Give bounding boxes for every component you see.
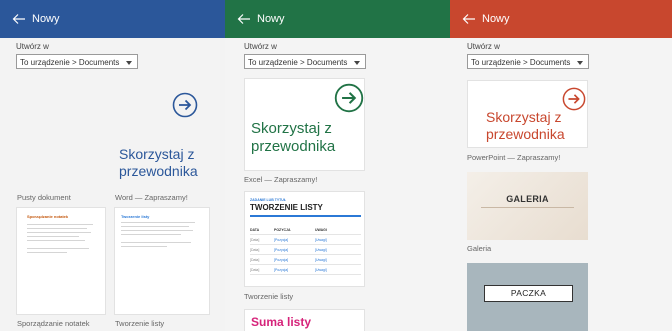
chevron-down-icon <box>577 61 583 65</box>
template-caption: Tworzenie listy <box>115 319 165 328</box>
template-caption: Word — Zapraszamy! <box>115 193 188 202</box>
header-title: Nowy <box>482 13 510 25</box>
row-divider <box>250 234 361 235</box>
chevron-down-icon <box>126 61 132 65</box>
text-line <box>27 240 85 241</box>
create-in-label: Utwórz w <box>244 42 277 51</box>
word-new-panel: Nowy Utwórz w To urządzenie > Documents … <box>0 0 225 331</box>
preview-title: Tworzenie listy <box>121 214 150 219</box>
text-line <box>27 232 91 233</box>
template-excel-welcome[interactable]: Skorzystaj z przewodnika <box>244 78 365 171</box>
template-list-total[interactable]: Suma listy <box>244 309 365 331</box>
location-dropdown[interactable]: To urządzenie > Documents <box>16 54 138 69</box>
cell: [Data] <box>250 238 260 242</box>
row-divider <box>250 244 361 245</box>
powerpoint-new-panel: Nowy Utwórz w To urządzenie > Documents … <box>450 0 672 331</box>
preview-title: Skorzystaj z przewodnika <box>119 146 198 179</box>
template-caption: PowerPoint — Zapraszamy! <box>467 153 561 162</box>
text-line <box>121 230 193 231</box>
preview-subtitle: ZADANIE LUB TYTUŁ <box>250 198 286 202</box>
text-line <box>121 222 195 223</box>
preview-title: Skorzystaj z przewodnika <box>251 120 336 155</box>
header-bar: Nowy <box>450 0 672 38</box>
header-title: Nowy <box>32 13 60 25</box>
cell: [Uwagi] <box>315 268 327 272</box>
template-list[interactable]: Tworzenie listy <box>114 207 210 315</box>
row-divider <box>250 254 361 255</box>
cell: [Uwagi] <box>315 238 327 242</box>
cell: [Uwagi] <box>315 258 327 262</box>
cell: [Data] <box>250 248 260 252</box>
template-caption: Excel — Zapraszamy! <box>244 175 318 184</box>
header-bar: Nowy <box>0 0 225 38</box>
preview-title: PACZKA <box>484 285 573 302</box>
divider <box>481 207 574 208</box>
divider <box>250 215 361 217</box>
text-line <box>27 236 79 237</box>
template-parcel[interactable]: PACZKA <box>467 263 588 331</box>
arrow-circle-right-icon <box>562 87 586 111</box>
text-line <box>121 242 191 243</box>
preview-title: GALERIA <box>506 194 549 204</box>
back-arrow-icon[interactable] <box>12 12 26 26</box>
cell: [Data] <box>250 258 260 262</box>
text-line <box>121 234 181 235</box>
cell: [Pozycja] <box>274 258 289 262</box>
app-screens: Nowy Utwórz w To urządzenie > Documents … <box>0 0 672 331</box>
cell: [Data] <box>250 268 260 272</box>
text-line <box>27 224 93 225</box>
preview-title: TWORZENIE LISTY <box>250 203 323 212</box>
text-line <box>27 228 87 229</box>
row-divider <box>250 264 361 265</box>
back-arrow-icon[interactable] <box>462 12 476 26</box>
location-dropdown[interactable]: To urządzenie > Documents <box>467 54 589 69</box>
header-bar: Nowy <box>225 0 450 38</box>
cell: [Pozycja] <box>274 248 289 252</box>
back-arrow-icon[interactable] <box>237 12 251 26</box>
column-header: UWAGI <box>315 228 327 232</box>
text-line <box>121 246 167 247</box>
template-caption: Pusty dokument <box>17 193 71 202</box>
cell: [Pozycja] <box>274 238 289 242</box>
header-title: Nowy <box>257 13 285 25</box>
template-caption: Sporządzanie notatek <box>17 319 90 328</box>
template-notes[interactable]: Sporządzanie notatek <box>16 207 106 315</box>
chevron-down-icon <box>354 61 360 65</box>
create-in-label: Utwórz w <box>16 42 49 51</box>
arrow-circle-right-icon <box>172 92 198 118</box>
preview-title: Suma listy <box>251 315 312 329</box>
text-line <box>121 226 189 227</box>
template-powerpoint-welcome[interactable]: Skorzystaj z przewodnika <box>467 80 588 148</box>
text-line <box>27 252 67 253</box>
template-list[interactable]: ZADANIE LUB TYTUŁ TWORZENIE LISTY DATA P… <box>244 191 365 287</box>
template-word-welcome[interactable]: Skorzystaj z przewodnika <box>114 80 210 190</box>
template-blank[interactable] <box>16 80 106 190</box>
location-value: To urządzenie > Documents <box>20 58 120 67</box>
preview-title: Sporządzanie notatek <box>27 214 69 219</box>
preview-title: Skorzystaj z przewodnika <box>486 109 565 142</box>
template-caption: Galeria <box>467 244 492 253</box>
template-gallery[interactable]: GALERIA <box>467 172 588 240</box>
arrow-circle-right-icon <box>334 83 364 113</box>
cell: [Uwagi] <box>315 248 327 252</box>
excel-new-panel: Nowy Utwórz w To urządzenie > Documents … <box>225 0 450 331</box>
create-in-label: Utwórz w <box>467 42 500 51</box>
location-value: To urządzenie > Documents <box>471 58 571 67</box>
cell: [Pozycja] <box>274 268 289 272</box>
text-line <box>27 248 89 249</box>
location-dropdown[interactable]: To urządzenie > Documents <box>244 54 366 69</box>
location-value: To urządzenie > Documents <box>248 58 348 67</box>
row-divider <box>250 274 361 275</box>
template-caption: Tworzenie listy <box>244 292 294 301</box>
column-header: POZYCJA <box>274 228 291 232</box>
column-header: DATA <box>250 228 260 232</box>
